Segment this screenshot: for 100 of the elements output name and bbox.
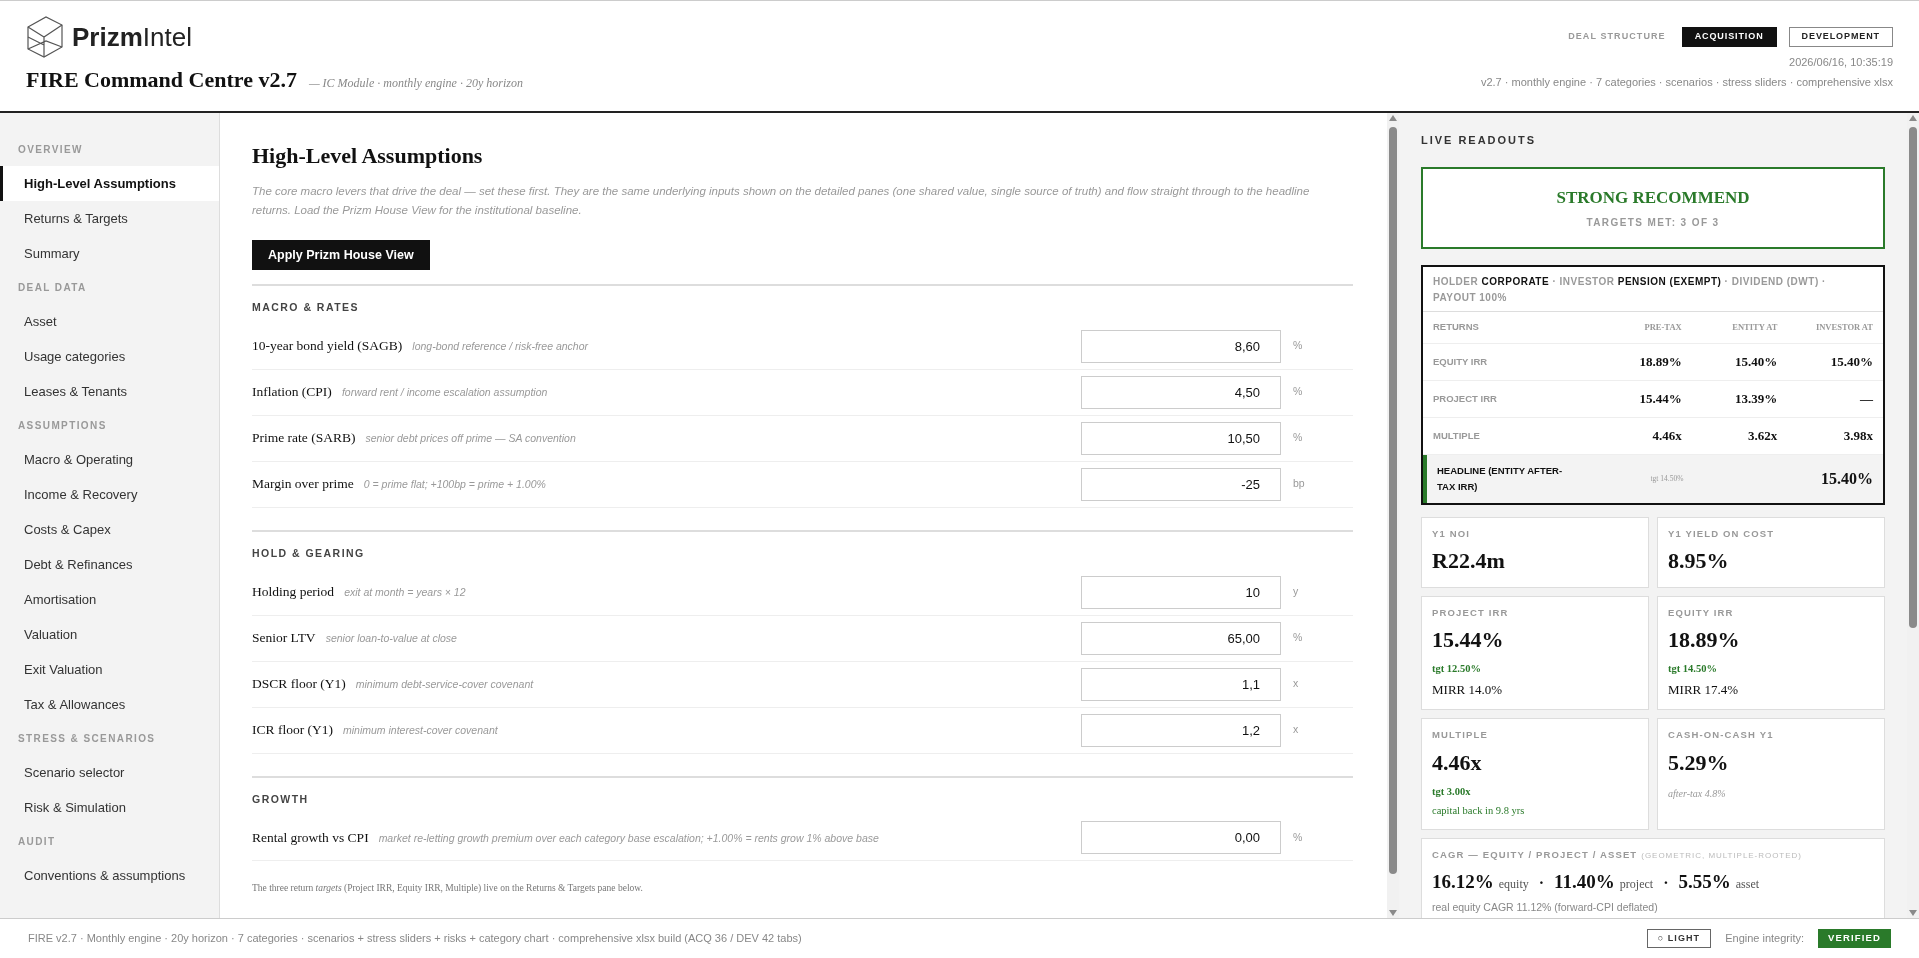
scroll-up-icon[interactable] (1909, 115, 1917, 121)
unit-label: % (1292, 384, 1304, 400)
field-label: 10-year bond yield (SAGB) (252, 337, 403, 356)
sidebar-item[interactable]: Returns & Targets (0, 201, 219, 236)
table-cell-text: 15.44% (1638, 389, 1682, 408)
sidebar-item[interactable]: Asset (0, 304, 219, 339)
table-cell-text: 15.40% (1820, 468, 1873, 489)
footer-info: FIRE v2.7 · Monthly engine · 20y horizon · 7 categories · scenarios + stress sliders + risks + category chart · comprehensive xlsx build (ACQ 36 / DEV 42 tabs) (28, 931, 802, 947)
table-cell-text: 4.46x (1651, 426, 1682, 445)
field-label: Senior LTV (252, 628, 316, 647)
holder-line: HOLDER CORPORATE · INVESTOR PENSION (EXEMPT) · DIVIDEND (DWT) · PAYOUT 100% (1423, 266, 1883, 312)
version-info: v2.7 · monthly engine · 7 categories · scenarios · stress sliders · comprehensive xlsx (1480, 74, 1893, 90)
group-title: MACRO & RATES (252, 300, 360, 315)
theme-toggle-button[interactable]: ○ LIGHT (1646, 929, 1712, 948)
input-field[interactable]: 1,2 (1081, 713, 1281, 747)
cagr-note: real equity CAGR 11.12% (forward-CPI deflated) (1432, 899, 1659, 915)
table-cell-text: 18.89% (1638, 352, 1682, 371)
page-title: High-Level Assumptions (252, 142, 484, 170)
field-hint: minimum debt-service-cover covenant (355, 676, 534, 692)
field-hint: market re-letting growth premium over each category base escalation; +1.00% = rents grow 1% above base (378, 830, 879, 846)
deal-structure-label: DEAL STRUCTURE (1568, 30, 1666, 44)
scrollbar-thumb[interactable] (1909, 127, 1917, 628)
metric-label: Y1 NOI (1432, 526, 1471, 541)
sidebar-item[interactable]: Conventions & assumptions (0, 858, 219, 893)
metric-label: EQUITY IRR (1668, 605, 1735, 620)
field-hint: exit at month = years × 12 (344, 584, 466, 600)
field-label: Prime rate (SARB) (252, 429, 356, 448)
sidebar-item[interactable]: Income & Recovery (0, 477, 219, 512)
input-field[interactable]: 8,60 (1081, 329, 1281, 363)
field-hint: senior loan-to-value at close (325, 630, 457, 646)
deal-structure-tab[interactable]: ACQUISITION (1681, 27, 1777, 47)
cagr-title: CAGR — EQUITY / PROJECT / ASSET (1432, 848, 1638, 862)
sidebar-item[interactable]: Leases & Tenants (0, 374, 219, 409)
metric-note: capital back in 9.8 yrs (1432, 804, 1526, 819)
input-field[interactable]: 0,00 (1081, 821, 1281, 855)
sidebar-item[interactable]: Amortisation (0, 582, 219, 617)
page-description: The core macro levers that drive the deal — set these first. They are the same underlying inputs shown on the detailed panes (one shared value, single source of truth) and flow straight through to the headline returns. Load the Prizm House View for the institutional baseline. (252, 184, 1311, 218)
unit-label: % (1292, 430, 1304, 446)
sidebar-item[interactable]: Risk & Simulation (0, 790, 219, 825)
field-label: Margin over prime (252, 475, 354, 494)
unit-label: % (1292, 829, 1304, 845)
input-field[interactable]: 4,50 (1081, 375, 1281, 409)
input-field[interactable]: 1,1 (1081, 667, 1281, 701)
sidebar-item[interactable]: Usage categories (0, 339, 219, 374)
sidebar-item[interactable]: Scenario selector (0, 755, 219, 790)
scroll-down-icon[interactable] (1389, 910, 1397, 916)
column-header: RETURNS (1433, 319, 1480, 334)
sidebar-item[interactable]: Exit Valuation (0, 652, 219, 687)
table-cell-text: EQUITY IRR (1433, 354, 1489, 369)
cagr-value: 5.55% (1678, 870, 1731, 895)
metric-note: after-tax 4.8% (1668, 786, 1727, 801)
scroll-up-icon[interactable] (1389, 115, 1397, 121)
metric-label: PROJECT IRR (1432, 605, 1510, 620)
metric-value: 4.46x (1432, 748, 1483, 777)
separator-dot: · (1538, 873, 1545, 894)
sidebar-item[interactable]: Macro & Operating (0, 442, 219, 477)
sidebar-section-title: AUDIT (17, 835, 57, 849)
scrollbar[interactable] (1387, 113, 1399, 918)
scrollbar[interactable] (1907, 113, 1919, 918)
field-label: Holding period (252, 582, 335, 601)
column-header: PRE-TAX (1643, 320, 1682, 334)
sidebar-item[interactable]: High-Level Assumptions (0, 166, 219, 201)
input-field[interactable]: 65,00 (1081, 621, 1281, 655)
scrollbar-thumb[interactable] (1389, 127, 1397, 874)
input-field[interactable]: 10 (1081, 575, 1281, 609)
table-cell-text: 15.40% (1829, 352, 1873, 371)
table-cell-text: HEADLINE (ENTITY AFTER-TAX IRR) (1437, 463, 1564, 494)
sidebar-item[interactable]: Debt & Refinances (0, 547, 219, 582)
input-field[interactable]: 10,50 (1081, 421, 1281, 455)
readouts-title: LIVE READOUTS (1421, 133, 1537, 148)
scroll-down-icon[interactable] (1909, 910, 1917, 916)
table-cell-text: PROJECT IRR (1433, 391, 1498, 406)
sidebar-item[interactable]: Summary (0, 236, 219, 271)
unit-label: % (1292, 338, 1304, 354)
group-title: GROWTH (252, 791, 310, 807)
deal-structure-tab[interactable]: DEVELOPMENT (1788, 27, 1893, 47)
field-hint: senior debt prices off prime — SA convention (365, 431, 576, 447)
sidebar-item[interactable]: Valuation (0, 617, 219, 652)
verified-badge: VERIFIED (1818, 929, 1891, 948)
apply-house-view-button[interactable]: Apply Prizm House View (252, 240, 430, 270)
table-cell-text: 13.39% (1734, 389, 1778, 408)
column-header: ENTITY AT (1731, 320, 1778, 334)
column-header: INVESTOR AT (1814, 320, 1873, 334)
cagr-value: 16.12% (1432, 870, 1494, 895)
metric-value: 15.44% (1432, 626, 1505, 654)
table-cell-text: 15.40% (1734, 352, 1778, 371)
metric-label: Y1 YIELD ON COST (1668, 526, 1776, 541)
sidebar-section-title: STRESS & SCENARIOS (17, 732, 157, 746)
input-field[interactable]: -25 (1081, 467, 1281, 501)
cagr-value: 11.40% (1554, 870, 1615, 895)
unit-label: bp (1292, 476, 1306, 492)
field-label: Inflation (CPI) (252, 383, 332, 402)
sidebar-item[interactable]: Tax & Allowances (0, 687, 219, 722)
metric-note: tgt 12.50% (1432, 662, 1482, 676)
field-label: ICR floor (Y1) (252, 720, 333, 739)
metric-note: MIRR 14.0% (1432, 680, 1504, 699)
field-hint: forward rent / income escalation assumption (341, 385, 548, 401)
table-cell-text: — (1859, 389, 1873, 408)
cagr-qualifier: (GEOMETRIC, MULTIPLE-ROOTED) (1641, 850, 1802, 862)
sidebar-item[interactable]: Costs & Capex (0, 512, 219, 547)
